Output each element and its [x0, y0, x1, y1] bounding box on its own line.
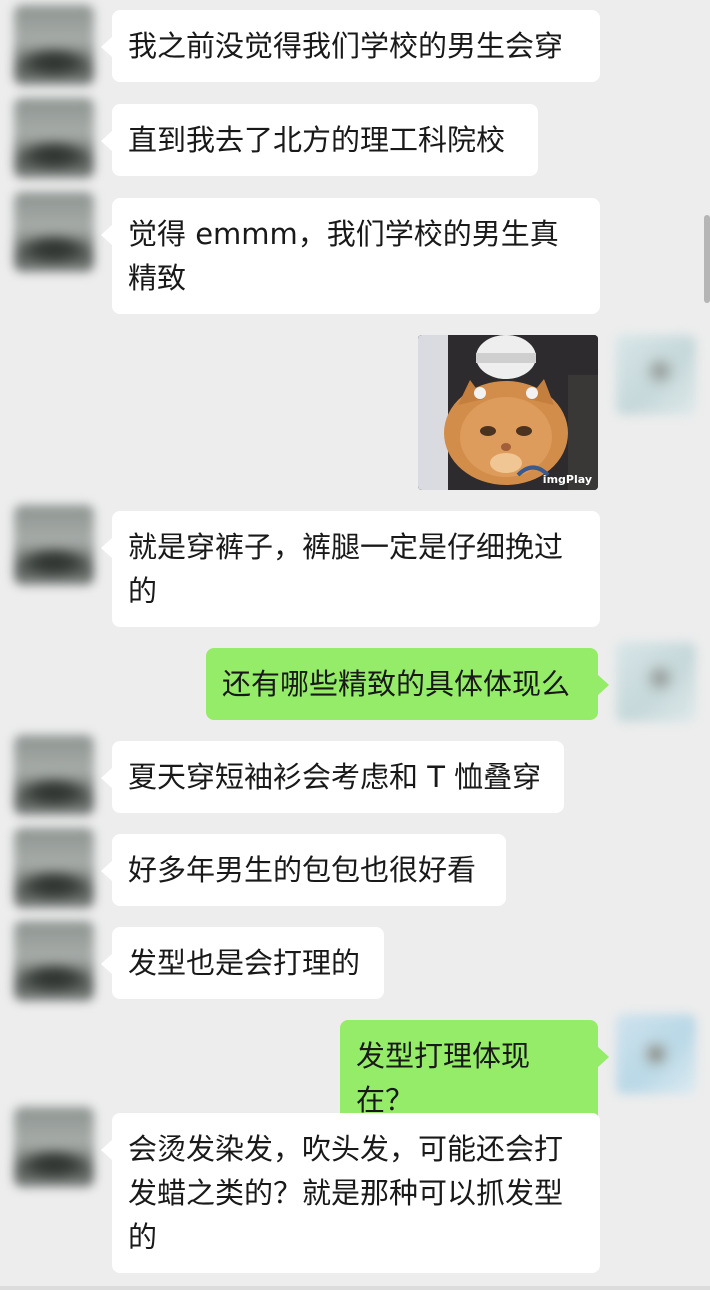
contact-avatar[interactable] [14, 921, 94, 1001]
my-avatar[interactable] [616, 335, 696, 415]
contact-avatar[interactable] [14, 192, 94, 272]
contact-avatar[interactable] [14, 828, 94, 908]
message-bubble[interactable]: 好多年男生的包包也很好看 [101, 834, 506, 906]
my-avatar[interactable] [616, 642, 696, 722]
message-bubble[interactable]: 我之前没觉得我们学校的男生会穿 [101, 10, 600, 82]
contact-avatar[interactable] [14, 505, 94, 585]
contact-avatar[interactable] [14, 5, 94, 85]
message-bubble[interactable]: 就是穿裤子，裤腿一定是仔细挽过的 [101, 511, 600, 627]
message-bubble[interactable]: 觉得 emmm，我们学校的男生真精致 [101, 198, 600, 314]
message-bubble[interactable]: 会烫发染发，吹头发，可能还会打发蜡之类的？就是那种可以抓发型的 [101, 1113, 600, 1273]
message-bubble[interactable]: 发型也是会打理的 [101, 927, 384, 999]
cat-sticker-image[interactable]: imgPlay [418, 335, 598, 490]
contact-avatar[interactable] [14, 98, 94, 178]
bottom-divider [0, 1286, 710, 1290]
message-bubble[interactable]: 直到我去了北方的理工科院校 [101, 104, 538, 176]
scrollbar[interactable] [704, 215, 710, 303]
contact-avatar[interactable] [14, 735, 94, 815]
message-bubble[interactable]: 还有哪些精致的具体体现么 [206, 648, 609, 720]
sticker-caption: imgPlay [542, 473, 592, 486]
my-avatar[interactable] [616, 1014, 696, 1094]
message-bubble[interactable]: 夏天穿短袖衫会考虑和 T 恤叠穿 [101, 741, 564, 813]
cat-sticker-icon [418, 335, 598, 490]
contact-avatar[interactable] [14, 1107, 94, 1187]
